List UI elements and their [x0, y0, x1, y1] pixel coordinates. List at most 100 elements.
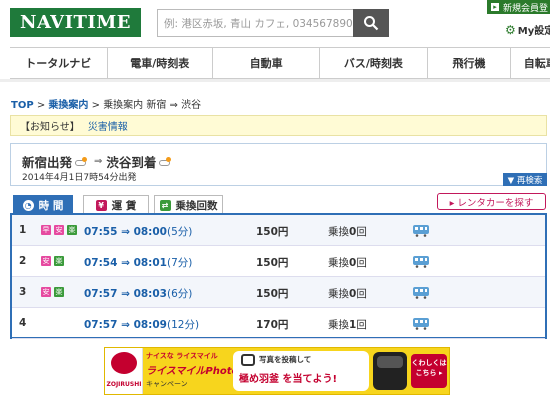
disaster-info-link[interactable]: 災害情報: [88, 118, 128, 133]
nav-item[interactable]: 自動車: [213, 48, 321, 78]
route-time[interactable]: 07:57 ⇒ 08:09(12分): [84, 317, 199, 332]
gear-icon: ⚙: [505, 22, 516, 37]
table-row[interactable]: 4 07:57 ⇒ 08:09(12分) 170円 乗換1回: [12, 308, 545, 339]
duration: (12分): [167, 319, 200, 331]
tab-time[interactable]: ◔ 時 間: [13, 195, 73, 215]
fare: 150円: [256, 226, 289, 238]
table-row[interactable]: 1 早安楽 07:55 ⇒ 08:00(5分) 150円 乗換0回: [12, 215, 545, 246]
route-number: 1: [19, 224, 27, 236]
transfer-unit: 回: [356, 319, 367, 331]
clock-icon: ◔: [22, 200, 34, 211]
nav-item[interactable]: 飛行機: [428, 48, 512, 78]
ad-banner[interactable]: ZOJIRUSHI ナイスな ライスマイル ライスマイルPhoto キャンペーン…: [104, 347, 450, 395]
research-button[interactable]: ▼ 再検索: [503, 173, 547, 186]
nav-divider: [0, 79, 550, 82]
fare: 150円: [256, 288, 289, 300]
route-summary: 新宿出発 ⇒ 渋谷到着 2014年4月1日7時54分出発 ▼ 再検索: [10, 143, 547, 186]
tab-fare-label: 運 賃: [111, 200, 137, 212]
fare: 150円: [256, 257, 289, 269]
arrival-time: 08:03: [133, 288, 167, 300]
register-icon: ▸: [491, 3, 499, 11]
transfer-count: 乗換0回: [328, 286, 367, 301]
train-icon: [413, 287, 429, 299]
duration: (7分): [167, 257, 193, 269]
ad-brand: ZOJIRUSHI: [106, 381, 142, 388]
train-icon: [413, 256, 429, 268]
ad-mid-line1: 写真を投稿して: [259, 355, 312, 364]
weather-icon: [159, 157, 172, 166]
route-badge: 安: [41, 256, 51, 266]
nav-item[interactable]: トータルナビ: [10, 48, 108, 78]
navitime-logo[interactable]: NAVITIME: [10, 8, 141, 37]
transfer-count: 乗換0回: [328, 224, 367, 239]
main-nav: トータルナビ電車/時刻表自動車バス/時刻表飛行機自転車: [10, 47, 550, 79]
ad-details-button[interactable]: くわしくは こちら ▸: [411, 354, 447, 388]
elephant-icon: [111, 352, 137, 374]
route-badge: 楽: [67, 225, 77, 235]
search-icon: [364, 16, 379, 31]
arrival-time: 08:09: [133, 319, 167, 331]
time-arrow: ⇒: [121, 226, 130, 238]
departure-time: 07:55: [84, 226, 118, 238]
notice-tag: 【お知らせ】: [20, 122, 80, 133]
search-button[interactable]: [353, 9, 389, 37]
ad-line2: ライスマイルPhoto: [146, 366, 239, 377]
departure-time: 07:54: [84, 257, 118, 269]
tab-fare[interactable]: ¥ 運 賃: [83, 195, 149, 215]
breadcrumb-transfer[interactable]: 乗換案内: [48, 100, 88, 111]
departure-time: 07:57: [84, 319, 118, 331]
notice-bar: 【お知らせ】 災害情報: [10, 115, 547, 136]
route-number: 3: [19, 286, 27, 298]
arrival-time: 08:00: [133, 226, 167, 238]
tab-transfers-label: 乗換回数: [175, 200, 218, 212]
route-time[interactable]: 07:55 ⇒ 08:00(5分): [84, 224, 192, 239]
nav-item[interactable]: 自転車: [511, 48, 550, 78]
transfer-icon: ⇄: [159, 200, 171, 211]
yen-icon: ¥: [95, 200, 107, 211]
transfer-unit: 回: [356, 257, 367, 269]
route-number: 4: [19, 317, 27, 329]
breadcrumb-current: 乗換案内 新宿 ⇒ 渋谷: [103, 100, 202, 111]
ad-message: 写真を投稿して 極め羽釜 を当てよう!: [233, 351, 369, 391]
nav-item[interactable]: 電車/時刻表: [108, 48, 213, 78]
ad-line3: キャンペーン: [146, 380, 188, 388]
route-time[interactable]: 07:54 ⇒ 08:01(7分): [84, 255, 192, 270]
my-settings-link[interactable]: ⚙ My設定: [505, 22, 550, 38]
transfer-count: 乗換0回: [328, 255, 367, 270]
results-table: 1 早安楽 07:55 ⇒ 08:00(5分) 150円 乗換0回 2 安楽 07:54 ⇒ …: [10, 215, 547, 339]
route-badge: 安: [54, 225, 64, 235]
tab-transfers[interactable]: ⇄ 乗換回数: [154, 195, 223, 215]
route-badge: 安: [41, 287, 51, 297]
breadcrumb-top[interactable]: TOP: [11, 100, 34, 111]
tab-time-label: 時 間: [38, 200, 64, 212]
time-arrow: ⇒: [121, 319, 130, 331]
breadcrumb: TOP > 乗換案内 > 乗換案内 新宿 ⇒ 渋谷: [11, 96, 201, 111]
header: NAVITIME 例: 港区赤坂, 青山 カフェ, 0345678901 ▸ 新…: [0, 0, 550, 44]
time-arrow: ⇒: [121, 288, 130, 300]
train-icon: [413, 318, 429, 330]
time-arrow: ⇒: [121, 257, 130, 269]
route-from: 新宿出発: [22, 155, 73, 170]
register-label: 新規会員登: [503, 3, 549, 14]
rental-car-button[interactable]: ▸ レンタカーを探す: [437, 193, 546, 210]
register-button[interactable]: ▸ 新規会員登: [487, 0, 550, 14]
route-title: 新宿出発 ⇒ 渋谷到着: [22, 152, 174, 171]
arrival-time: 08:01: [133, 257, 167, 269]
route-badge: 楽: [54, 256, 64, 266]
route-arrow: ⇒: [94, 156, 103, 167]
ad-line1: ナイスな ライスマイル: [146, 352, 218, 360]
train-icon: [413, 225, 429, 237]
camera-icon: [241, 354, 255, 366]
nav-item[interactable]: バス/時刻表: [320, 48, 428, 78]
table-row[interactable]: 2 安楽 07:54 ⇒ 08:01(7分) 150円 乗換0回: [12, 246, 545, 277]
route-time[interactable]: 07:57 ⇒ 08:03(6分): [84, 286, 192, 301]
ad-campaign-title: ナイスな ライスマイル ライスマイルPhoto キャンペーン: [146, 351, 239, 391]
fare: 170円: [256, 319, 289, 331]
table-row[interactable]: 3 安楽 07:57 ⇒ 08:03(6分) 150円 乗換0回: [12, 277, 545, 308]
route-number: 2: [19, 255, 27, 267]
transfer-unit: 回: [356, 226, 367, 238]
search-input[interactable]: 例: 港区赤坂, 青山 カフェ, 0345678901: [157, 9, 353, 37]
weather-icon: [75, 157, 88, 166]
route-badge: 楽: [54, 287, 64, 297]
duration: (6分): [167, 288, 193, 300]
